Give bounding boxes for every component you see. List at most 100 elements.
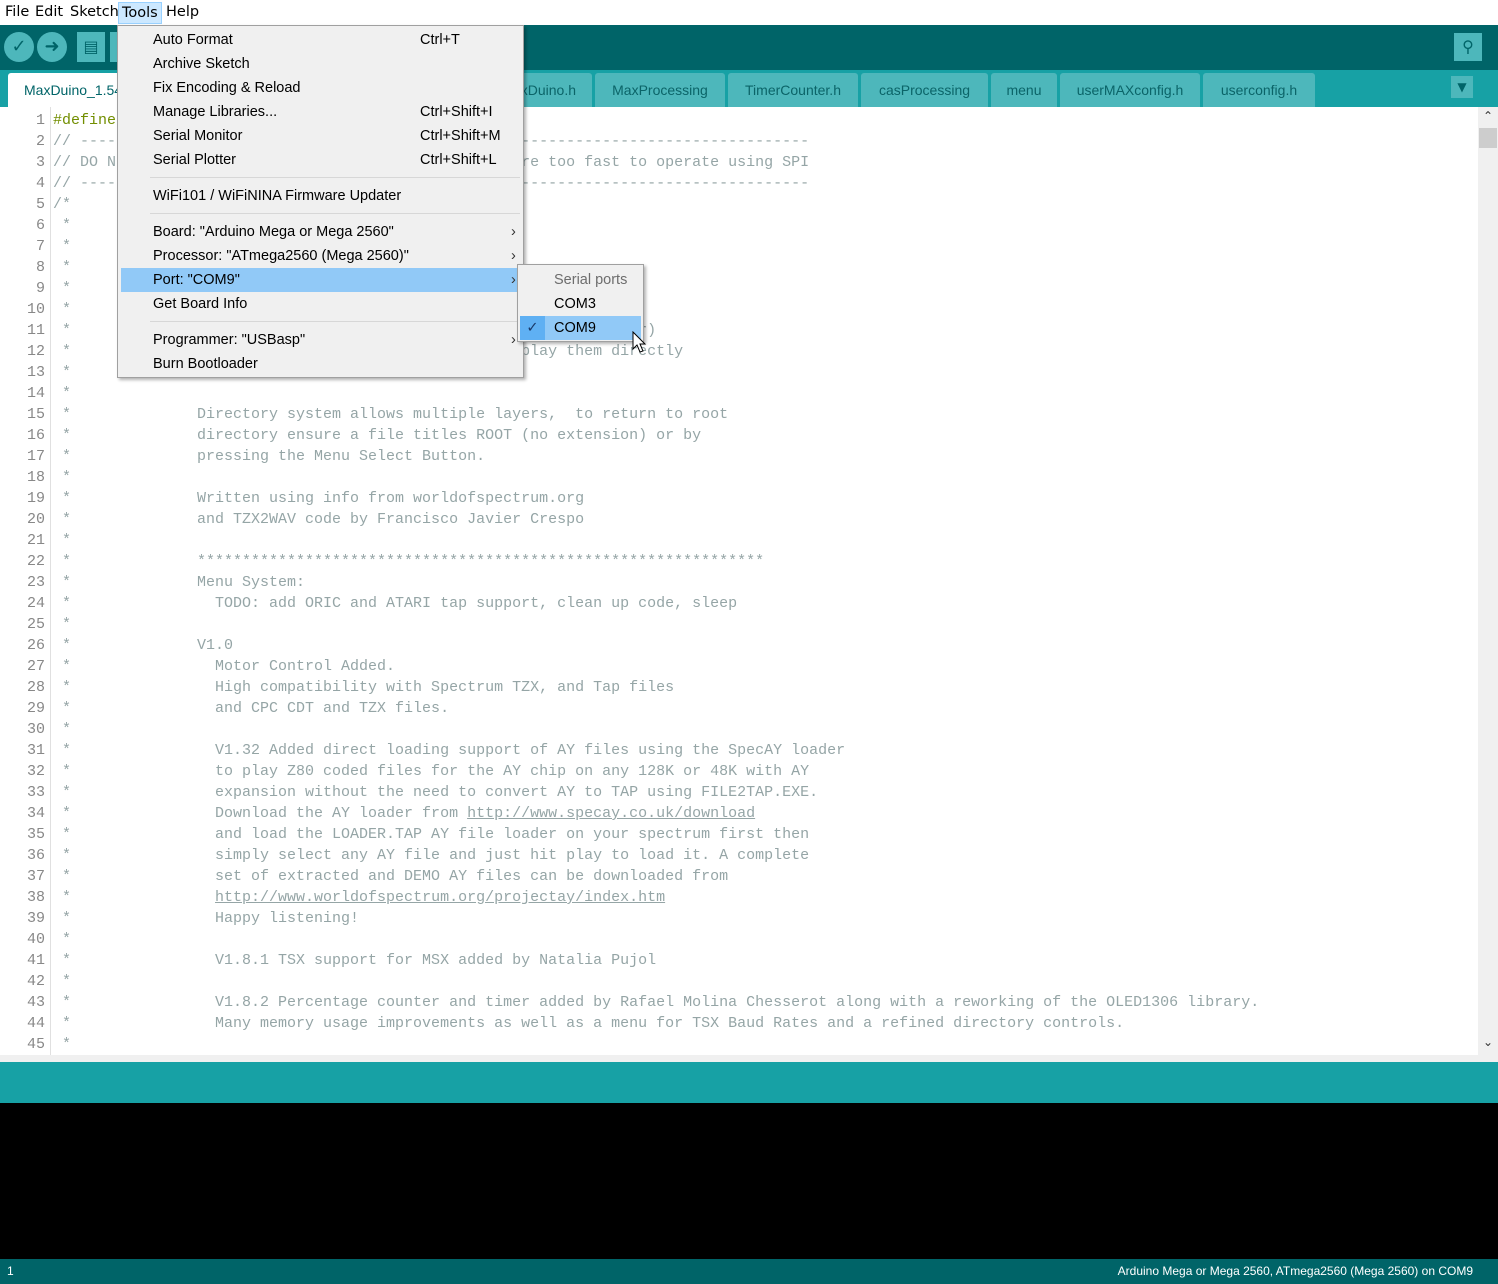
code-text: *	[53, 1034, 71, 1055]
tools-menu-item[interactable]: Port: "COM9" ›	[121, 268, 520, 292]
code-line: 40 *	[0, 929, 1478, 950]
line-number: 4	[35, 175, 45, 192]
tab-userconfig[interactable]: userconfig.h	[1203, 73, 1315, 107]
code-line: 18 *	[0, 467, 1478, 488]
code-link[interactable]: http://www.specay.co.uk/download	[467, 805, 755, 822]
line-number: 40	[26, 931, 45, 948]
code-line: 31 * V1.32 Added direct loading support …	[0, 740, 1478, 761]
tab-menu[interactable]: menu	[991, 73, 1057, 107]
port-com3[interactable]: COM3	[520, 292, 641, 316]
new-button[interactable]: ▤	[77, 32, 105, 62]
tools-menu-item[interactable]: Auto Format Ctrl+T	[121, 28, 520, 52]
chevron-down-icon[interactable]: ⌄	[1480, 1035, 1496, 1049]
tools-menu-item[interactable]: Programmer: "USBasp" ›	[121, 328, 520, 352]
tab-maxduino-ino[interactable]: MaxDuino_1.54	[8, 73, 128, 107]
tab-usermaxconfig[interactable]: userMAXconfig.h	[1060, 73, 1200, 107]
line-number: 10	[26, 301, 45, 318]
menu-help[interactable]: Help	[163, 2, 202, 24]
code-line: 17 * pressing the Menu Select Button.	[0, 446, 1478, 467]
checkmark-icon: ✓	[520, 316, 545, 340]
upload-button[interactable]: ➜	[37, 32, 67, 62]
code-line: 14 *	[0, 383, 1478, 404]
chevron-right-icon: ›	[511, 248, 516, 264]
tools-menu-item[interactable]: WiFi101 / WiFiNINA Firmware Updater	[121, 184, 520, 208]
code-line: 26 * V1.0	[0, 635, 1478, 656]
code-segment: *	[53, 469, 72, 486]
code-line: 19 * Written using info from worldofspec…	[0, 488, 1478, 509]
code-text: * V1.8.2 Percentage counter and timer ad…	[53, 992, 1259, 1013]
code-segment: * and CPC CDT and TZX files.	[53, 700, 450, 717]
menu-edit[interactable]: Edit	[32, 2, 66, 24]
tab-menu-button[interactable]: ▼	[1451, 76, 1473, 98]
code-text: * Happy listening!	[53, 908, 359, 929]
line-number: 21	[26, 532, 45, 549]
code-text: * pressing the Menu Select Button.	[53, 446, 485, 467]
tools-menu-item[interactable]: Processor: "ATmega2560 (Mega 2560)" ›	[121, 244, 520, 268]
tools-menu-item[interactable]: Archive Sketch	[121, 52, 520, 76]
console-output[interactable]	[0, 1103, 1498, 1259]
code-segment: /*	[53, 196, 72, 213]
line-number: 44	[26, 1015, 45, 1032]
line-number: 28	[26, 679, 45, 696]
scrollbar-thumb[interactable]	[1479, 128, 1497, 148]
code-line: 39 * Happy listening!	[0, 908, 1478, 929]
menu-item-label: Archive Sketch	[153, 56, 250, 72]
code-segment: * V1.0	[53, 637, 234, 654]
verify-button[interactable]: ✓	[4, 32, 34, 62]
tools-menu-item[interactable]: Board: "Arduino Mega or Mega 2560" ›	[121, 220, 520, 244]
code-line: 42 *	[0, 971, 1478, 992]
code-line: 29 * and CPC CDT and TZX files.	[0, 698, 1478, 719]
tab-casprocessing[interactable]: casProcessing	[861, 73, 988, 107]
line-number: 29	[26, 700, 45, 717]
menu-tools[interactable]: Tools	[118, 2, 162, 24]
code-text: * directory ensure a file titles ROOT (n…	[53, 425, 701, 446]
code-text: * and load the LOADER.TAP AY file loader…	[53, 824, 809, 845]
code-segment: * V1.8.2 Percentage counter and timer ad…	[53, 994, 1260, 1011]
line-number: 1	[7, 1264, 14, 1278]
menu-separator	[150, 213, 520, 214]
code-segment: * expansion without the need to convert …	[53, 784, 819, 801]
port-submenu: Serial ports COM3 ✓ COM9	[517, 264, 644, 342]
code-line: 24 * TODO: add ORIC and ATARI tap suppor…	[0, 593, 1478, 614]
code-segment: * Download the AY loader from	[53, 805, 468, 822]
line-number: 32	[26, 763, 45, 780]
menu-bar: File Edit Sketch Tools Help	[0, 0, 1498, 25]
tab-timercounter[interactable]: TimerCounter.h	[728, 73, 858, 107]
code-line: 28 * High compatibility with Spectrum TZ…	[0, 677, 1478, 698]
code-text: *	[53, 929, 71, 950]
code-segment: * Happy listening!	[53, 910, 360, 927]
menu-file[interactable]: File	[2, 2, 32, 24]
code-segment: * TODO: add ORIC and ATARI tap support, …	[53, 595, 738, 612]
line-number: 30	[26, 721, 45, 738]
gutter-divider	[50, 107, 51, 1055]
code-text: *	[53, 278, 71, 299]
tools-menu-item[interactable]: Serial Monitor Ctrl+Shift+M	[121, 124, 520, 148]
chevron-up-icon[interactable]: ⌃	[1480, 109, 1496, 123]
tools-menu-item[interactable]: Get Board Info	[121, 292, 520, 316]
port-com9[interactable]: ✓ COM9	[520, 316, 641, 340]
code-text: *	[53, 257, 71, 278]
vertical-scrollbar[interactable]: ⌃ ⌄	[1478, 107, 1498, 1055]
line-number: 6	[35, 217, 45, 234]
menu-item-shortcut: Ctrl+T	[420, 32, 460, 48]
code-segment: *	[53, 616, 72, 633]
tools-menu-item[interactable]: Manage Libraries... Ctrl+Shift+I	[121, 100, 520, 124]
code-text: * Many memory usage improvements as well…	[53, 1013, 1124, 1034]
code-text: * V1.0	[53, 635, 233, 656]
menu-item-label: Manage Libraries...	[153, 104, 278, 120]
code-text: * Download the AY loader from http://www…	[53, 803, 755, 824]
code-link[interactable]: http://www.worldofspectrum.org/projectay…	[215, 889, 665, 906]
line-number: 13	[26, 364, 45, 381]
tools-menu-item[interactable]: Fix Encoding & Reload	[121, 76, 520, 100]
tools-menu-item[interactable]: Serial Plotter Ctrl+Shift+L	[121, 148, 520, 172]
code-line: 32 * to play Z80 coded files for the AY …	[0, 761, 1478, 782]
tab-maxprocessing[interactable]: MaxProcessing	[595, 73, 725, 107]
menu-item-label: Burn Bootloader	[153, 356, 258, 372]
menu-sketch[interactable]: Sketch	[67, 2, 122, 24]
tools-menu-item[interactable]: Burn Bootloader	[121, 352, 520, 376]
code-text: * expansion without the need to convert …	[53, 782, 818, 803]
line-number: 3	[35, 154, 45, 171]
line-number: 31	[26, 742, 45, 759]
menu-item-label: WiFi101 / WiFiNINA Firmware Updater	[153, 188, 402, 204]
serial-monitor-button[interactable]: ⚲	[1454, 33, 1482, 61]
